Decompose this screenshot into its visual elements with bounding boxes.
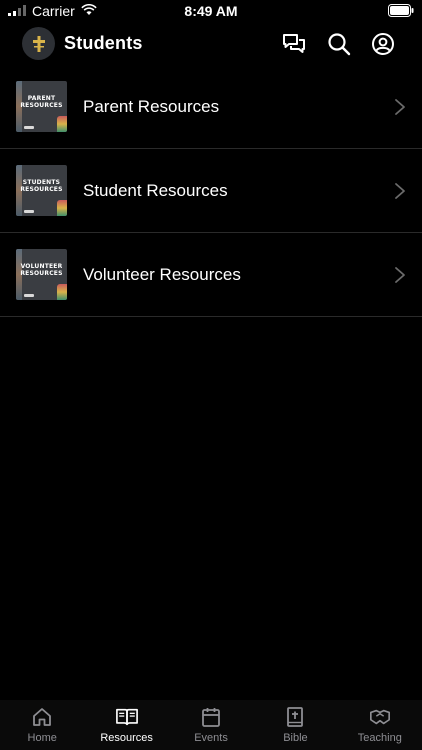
page-title: Students (64, 33, 143, 53)
tab-label: Home (27, 732, 57, 744)
tab-label: Bible (283, 732, 308, 744)
home-icon (31, 706, 53, 728)
cross-logo-icon (32, 35, 45, 52)
battery-icon (388, 4, 414, 20)
chevron-right-icon (395, 99, 405, 115)
search-icon (328, 33, 351, 56)
header: Students (0, 24, 422, 64)
profile-icon (372, 33, 394, 55)
chat-icon (283, 34, 305, 53)
church-logo[interactable] (22, 27, 55, 60)
volunteer-resources-thumbnail: VOLUNTEER RESOURCES (16, 249, 67, 300)
thumbnail-text: STUDENTS RESOURCES (20, 179, 63, 193)
tab-home[interactable]: Home (0, 700, 84, 750)
resource-list: PARENT RESOURCES Parent Resources STUDEN… (0, 65, 422, 317)
tab-events[interactable]: Events (169, 700, 253, 750)
thumbnail-text: PARENT RESOURCES (20, 95, 63, 109)
chevron-right-icon (395, 183, 405, 199)
tab-label: Resources (100, 732, 153, 744)
tab-label: Events (194, 732, 228, 744)
tab-teaching[interactable]: Teaching (338, 700, 422, 750)
parent-resources-thumbnail: PARENT RESOURCES (16, 81, 67, 132)
thumbnail-text: VOLUNTEER RESOURCES (20, 263, 63, 277)
list-item-student-resources[interactable]: STUDENTS RESOURCES Student Resources (0, 149, 422, 233)
screen: Carrier 8:49 AM Students PARENT RESOURCE… (0, 0, 422, 750)
chat-button[interactable] (281, 31, 307, 57)
tab-label: Teaching (357, 732, 402, 744)
chevron-right-icon (395, 267, 405, 283)
calendar-icon (200, 706, 222, 728)
list-item-parent-resources[interactable]: PARENT RESOURCES Parent Resources (0, 65, 422, 149)
bible-icon (284, 706, 306, 728)
tab-bible[interactable]: Bible (253, 700, 337, 750)
book-icon (115, 706, 138, 728)
profile-button[interactable] (370, 31, 396, 57)
tab-bar: Home Resources Events Bible Teaching (0, 700, 422, 750)
list-item-label: Student Resources (83, 181, 228, 200)
student-resources-thumbnail: STUDENTS RESOURCES (16, 165, 67, 216)
list-item-label: Parent Resources (83, 97, 220, 116)
status-bar: Carrier 8:49 AM (0, 0, 422, 24)
list-item-label: Volunteer Resources (83, 265, 241, 284)
status-time: 8:49 AM (184, 3, 238, 19)
list-item-volunteer-resources[interactable]: VOLUNTEER RESOURCES Volunteer Resources (0, 233, 422, 317)
teaching-icon (369, 706, 391, 728)
tab-resources[interactable]: Resources (84, 700, 168, 750)
search-button[interactable] (326, 31, 352, 57)
